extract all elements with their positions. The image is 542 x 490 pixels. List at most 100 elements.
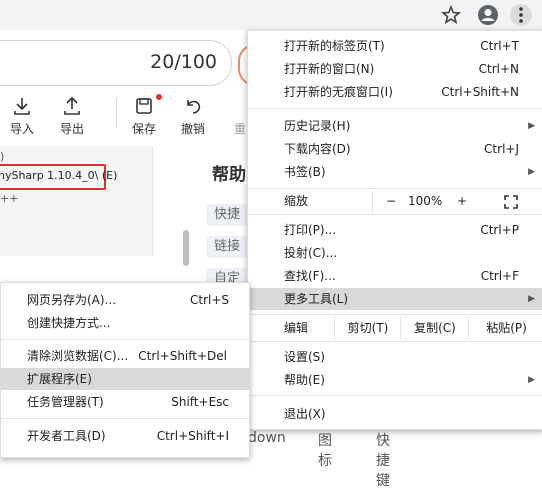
submenu-item-extensions[interactable]: 扩展程序(E) [1, 368, 249, 390]
menu-divider [248, 341, 542, 342]
cut-button[interactable]: 剪切(T) [334, 317, 401, 339]
menu-shortcut: Ctrl+Shift+N [441, 85, 519, 99]
menu-label: 打印(P)... [284, 223, 337, 237]
submenu-item-save-page[interactable]: 网页另存为(A)... Ctrl+S [1, 289, 249, 311]
menu-label: 打开新的窗口(N) [284, 62, 375, 76]
menu-item-downloads[interactable]: 下载内容(D) Ctrl+J [248, 138, 542, 160]
submenu-arrow-icon: ▶ [528, 375, 535, 385]
menu-divider [248, 314, 542, 315]
menu-label: 编辑 [284, 321, 309, 335]
menu-item-help[interactable]: 帮助(E) ▶ [248, 369, 542, 391]
menu-label: 扩展程序(E) [27, 372, 92, 386]
download-icon [14, 98, 30, 115]
unsaved-dot [156, 94, 162, 100]
submenu-arrow-icon: ▶ [528, 121, 535, 131]
menu-item-find[interactable]: 查找(F)... Ctrl+F [248, 265, 542, 287]
tab-icons[interactable]: 图标 [318, 430, 332, 470]
menu-item-bookmarks[interactable]: 书签(B) ▶ [248, 161, 542, 183]
selected-item-label: nySharp 1.10.4_0\ (E) [0, 169, 118, 182]
menu-shortcut: Shift+Esc [171, 395, 229, 409]
menu-label: 网页另存为(A)... [27, 293, 117, 307]
tab-markdown[interactable]: down [248, 430, 286, 446]
menu-label: 打开新的标签页(T) [284, 39, 385, 53]
selected-tree-item[interactable]: nySharp 1.10.4_0\ (E) [0, 164, 117, 190]
star-icon[interactable] [440, 4, 462, 26]
zoom-out-button[interactable]: − [386, 190, 396, 212]
help-chip[interactable]: 链接 [206, 236, 249, 258]
menu-item-more-tools[interactable]: 更多工具(L) ▶ [248, 288, 542, 310]
menu-item-incognito[interactable]: 打开新的无痕窗口(I) Ctrl+Shift+N [248, 81, 542, 103]
more-tools-submenu: 网页另存为(A)... Ctrl+S 创建快捷方式... 清除浏览数据(C)..… [0, 282, 250, 458]
menu-item-history[interactable]: 历史记录(H) ▶ [248, 115, 542, 137]
zoom-in-button[interactable]: + [457, 190, 467, 212]
tree-list: ) ++ [0, 146, 153, 256]
menu-item-cast[interactable]: 投射(C)... [248, 242, 542, 264]
menu-shortcut: Ctrl+S [189, 293, 229, 307]
kebab-menu-icon[interactable] [510, 4, 532, 26]
score-display: 20/100 [0, 40, 232, 86]
submenu-item-clear-data[interactable]: 清除浏览数据(C)... Ctrl+Shift+Del [1, 345, 249, 367]
menu-label: 任务管理器(T) [27, 395, 104, 409]
import-button[interactable]: 导入 [2, 96, 42, 136]
toolbar-divider [116, 98, 117, 128]
menu-label: 缩放 [284, 194, 309, 208]
fullscreen-icon[interactable] [504, 194, 518, 216]
paste-button[interactable]: 粘贴(P) [468, 317, 542, 339]
menu-label: 历史记录(H) [284, 119, 351, 133]
menu-divider [1, 339, 249, 340]
submenu-item-task-manager[interactable]: 任务管理器(T) Shift+Esc [1, 391, 249, 413]
export-button[interactable]: 导出 [52, 96, 92, 136]
help-title: 帮助 [212, 165, 246, 185]
tree-line: ++ [0, 192, 19, 205]
export-label: 导出 [59, 122, 84, 136]
undo-icon [187, 100, 201, 114]
menu-label: 开发者工具(D) [27, 429, 106, 443]
menu-shortcut: Ctrl+T [480, 39, 519, 53]
zoom-level: 100% [408, 194, 443, 208]
menu-label: 更多工具(L) [284, 292, 349, 306]
menu-label: 退出(X) [284, 407, 326, 421]
menu-label: 清除浏览数据(C)... [27, 349, 129, 363]
profile-avatar-icon[interactable] [477, 4, 499, 26]
submenu-arrow-icon: ▶ [528, 294, 535, 304]
menu-item-exit[interactable]: 退出(X) [248, 403, 542, 425]
menu-item-edit: 编辑 剪切(T) 复制(C) 粘贴(P) [248, 317, 542, 339]
menu-item-settings[interactable]: 设置(S) [248, 346, 542, 368]
menu-divider [1, 418, 249, 419]
save-button[interactable]: 保存 [124, 94, 164, 136]
menu-item-zoom: 缩放 − 100% + [248, 190, 542, 212]
menu-shortcut: Ctrl+J [484, 142, 519, 156]
menu-shortcut: Ctrl+F [480, 269, 519, 283]
menu-item-new-window[interactable]: 打开新的窗口(N) Ctrl+N [248, 58, 542, 80]
save-icon [136, 98, 152, 114]
menu-label: 查找(F)... [284, 269, 336, 283]
menu-label: 书签(B) [284, 165, 326, 179]
tree-scrollbar[interactable] [183, 230, 189, 266]
menu-shortcut: Ctrl+Shift+I [156, 429, 229, 443]
menu-label: 下载内容(D) [284, 142, 351, 156]
upload-icon [64, 96, 80, 115]
import-label: 导入 [9, 122, 34, 136]
undo-label: 撤销 [180, 122, 205, 136]
menu-divider [248, 214, 542, 215]
copy-button[interactable]: 复制(C) [400, 317, 469, 339]
menu-item-new-tab[interactable]: 打开新的标签页(T) Ctrl+T [248, 35, 542, 57]
menu-label: 创建快捷方式... [27, 316, 111, 330]
browser-main-menu: 打开新的标签页(T) Ctrl+T 打开新的窗口(N) Ctrl+N 打开新的无… [247, 30, 542, 430]
undo-button[interactable]: 撤销 [173, 96, 213, 136]
menu-shortcut: Ctrl+N [478, 62, 519, 76]
save-label: 保存 [131, 122, 156, 136]
menu-shortcut: Ctrl+Shift+Del [138, 349, 227, 363]
menu-divider [248, 108, 542, 109]
submenu-item-dev-tools[interactable]: 开发者工具(D) Ctrl+Shift+I [1, 425, 249, 447]
submenu-item-create-shortcut[interactable]: 创建快捷方式... [1, 312, 249, 334]
menu-divider [248, 395, 542, 396]
zoom-divider [372, 190, 373, 212]
menu-divider [248, 188, 542, 189]
submenu-arrow-icon: ▶ [528, 167, 535, 177]
tree-line: ) [0, 150, 5, 163]
menu-item-print[interactable]: 打印(P)... Ctrl+P [248, 219, 542, 241]
menu-shortcut: Ctrl+P [480, 223, 519, 237]
tab-shortcuts[interactable]: 快捷键 [376, 430, 390, 490]
help-chip[interactable]: 快捷 [206, 204, 249, 226]
